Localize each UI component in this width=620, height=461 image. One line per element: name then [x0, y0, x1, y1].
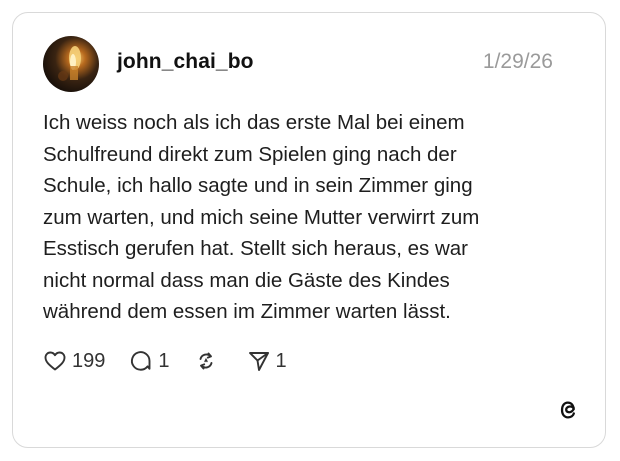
- action-bar: 199 1 1: [43, 345, 311, 377]
- repost-button[interactable]: [194, 349, 223, 373]
- like-count: 199: [72, 349, 106, 372]
- share-count: 1: [275, 349, 287, 372]
- reply-button[interactable]: 1: [129, 349, 170, 373]
- post-card: john_chai_bo 1/29/26 Ich weiss noch als …: [12, 12, 606, 448]
- send-icon: [248, 352, 269, 371]
- like-button[interactable]: 199: [43, 349, 105, 373]
- post-text: Ich weiss noch als ich das erste Mal bei…: [43, 111, 480, 323]
- post-date: 1/29/26: [482, 50, 553, 73]
- reply-count: 1: [158, 349, 170, 372]
- threads-logo-icon: [560, 401, 575, 419]
- avatar[interactable]: [43, 36, 99, 92]
- heart-icon: [44, 351, 66, 371]
- comment-icon: [131, 351, 151, 371]
- flame-avatar-icon: [58, 46, 81, 81]
- repost-icon: [199, 352, 212, 370]
- share-button[interactable]: 1: [247, 349, 287, 373]
- username[interactable]: john_chai_bo: [117, 50, 254, 74]
